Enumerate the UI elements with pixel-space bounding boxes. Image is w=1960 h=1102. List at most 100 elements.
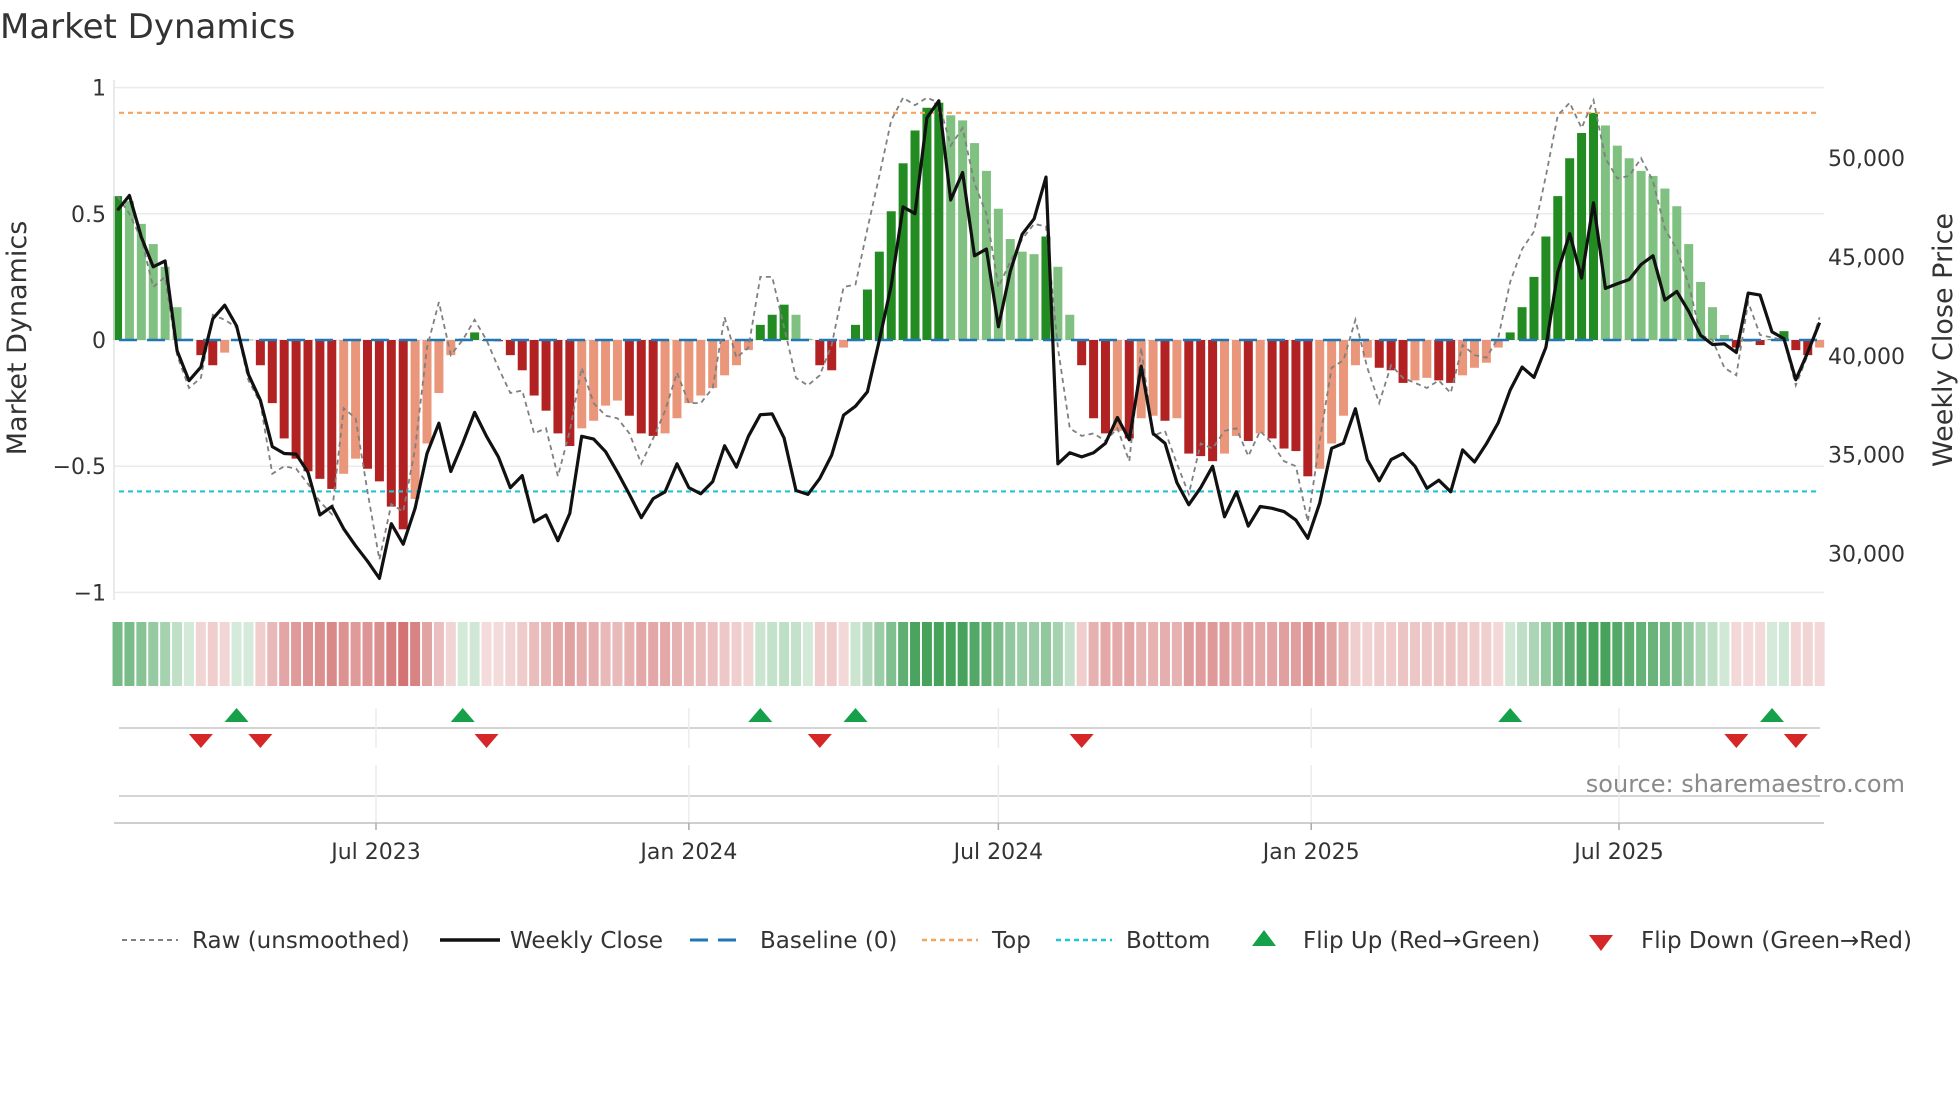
flip-down-marker [1783, 734, 1808, 748]
md-bar [862, 289, 872, 340]
md-bar [672, 340, 682, 419]
regime-cell [1790, 622, 1801, 686]
regime-cell [826, 622, 837, 686]
regime-cell [398, 622, 409, 686]
regime-cell [719, 622, 730, 686]
regime-cell [1421, 622, 1432, 686]
regime-cell [802, 622, 813, 686]
y-tick-label: −1 [74, 581, 106, 606]
regime-cell [957, 622, 968, 686]
md-bar [279, 340, 289, 439]
regime-cell [695, 622, 706, 686]
md-bar [1279, 340, 1289, 449]
md-bar [1100, 340, 1110, 434]
flip-up-marker [843, 708, 868, 722]
regime-cell [1302, 622, 1313, 686]
md-bar [517, 340, 527, 371]
regime-cell [112, 622, 123, 686]
regime-cell [1255, 622, 1266, 686]
regime-cell [1481, 622, 1492, 686]
regime-cell [1112, 622, 1123, 686]
regime-cell [1052, 622, 1063, 686]
regime-cell [326, 622, 337, 686]
md-bar [779, 304, 789, 340]
regime-cell [910, 622, 921, 686]
md-bar [851, 324, 861, 340]
regime-cell [279, 622, 290, 686]
regime-cell [1159, 622, 1170, 686]
regime-cell [1552, 622, 1563, 686]
x-tick-label: Jul 2023 [329, 840, 421, 865]
legend-flip-down-label: Flip Down (Green→Red) [1641, 928, 1912, 954]
regime-cell [1314, 622, 1325, 686]
y2-tick-label: 35,000 [1828, 444, 1905, 469]
regime-cell [1243, 622, 1254, 686]
md-bar [1410, 340, 1420, 381]
flip-down-marker [248, 734, 273, 748]
md-bar [267, 340, 277, 404]
md-bar [1636, 170, 1646, 340]
md-bar [1708, 307, 1718, 340]
regime-cell [148, 622, 159, 686]
regime-cell [1814, 622, 1825, 686]
md-bar [791, 314, 801, 340]
regime-cell [1290, 622, 1301, 686]
md-bar [1303, 340, 1313, 477]
regime-cell [767, 622, 778, 686]
md-bar [910, 130, 920, 340]
md-bar [434, 340, 444, 394]
regime-cell [1493, 622, 1504, 686]
md-bar [1065, 314, 1075, 340]
regime-cell [1648, 622, 1659, 686]
x-tick-label: Jan 2024 [638, 840, 737, 865]
regime-cell [1171, 622, 1182, 686]
md-bar [958, 120, 968, 340]
legend: Raw (unsmoothed) Weekly Close Baseline (… [122, 928, 1912, 954]
md-bar [1231, 340, 1241, 436]
regime-cell [160, 622, 171, 686]
regime-cell [529, 622, 540, 686]
flip-down-marker [474, 734, 499, 748]
md-bar [220, 340, 230, 353]
regime-cell [648, 622, 659, 686]
regime-cell [1767, 622, 1778, 686]
regime-cell [874, 622, 885, 686]
regime-cell [1088, 622, 1099, 686]
regime-cell [1517, 622, 1528, 686]
md-bar [1469, 340, 1479, 368]
regime-cell [302, 622, 313, 686]
regime-cell [921, 622, 932, 686]
regime-cell [1338, 622, 1349, 686]
regime-cell [564, 622, 575, 686]
regime-cell [1326, 622, 1337, 686]
md-bar [839, 340, 849, 348]
flip-down-marker [1724, 734, 1749, 748]
regime-cell [231, 622, 242, 686]
md-bar [351, 340, 361, 459]
md-bar [648, 340, 658, 436]
regime-cell [1755, 622, 1766, 686]
regime-cell [933, 622, 944, 686]
regime-cell [755, 622, 766, 686]
regime-cell [243, 622, 254, 686]
md-bar [303, 340, 313, 472]
md-bar [1446, 340, 1456, 383]
flip-down-triangle-icon [1589, 935, 1613, 951]
regime-cell [612, 622, 623, 686]
market-dynamics-chart: Market Dynamics 1 0.5 0 −0.5 −1 30,000 35,000 4… [0, 7, 1959, 954]
regime-cell [600, 622, 611, 686]
md-bar [1350, 340, 1360, 366]
regime-cell [350, 622, 361, 686]
md-bar [1196, 340, 1206, 457]
flip-up-marker [748, 708, 773, 722]
md-bar [589, 340, 599, 421]
threshold-lines [119, 111, 1820, 493]
regime-cell [1064, 622, 1075, 686]
md-bar [1672, 206, 1682, 340]
flip-up-marker [450, 708, 475, 722]
md-bar [422, 340, 432, 444]
regime-cell [1076, 622, 1087, 686]
md-bar [1089, 340, 1099, 419]
md-bar [1624, 158, 1634, 340]
flip-markers-panel [114, 708, 1824, 830]
